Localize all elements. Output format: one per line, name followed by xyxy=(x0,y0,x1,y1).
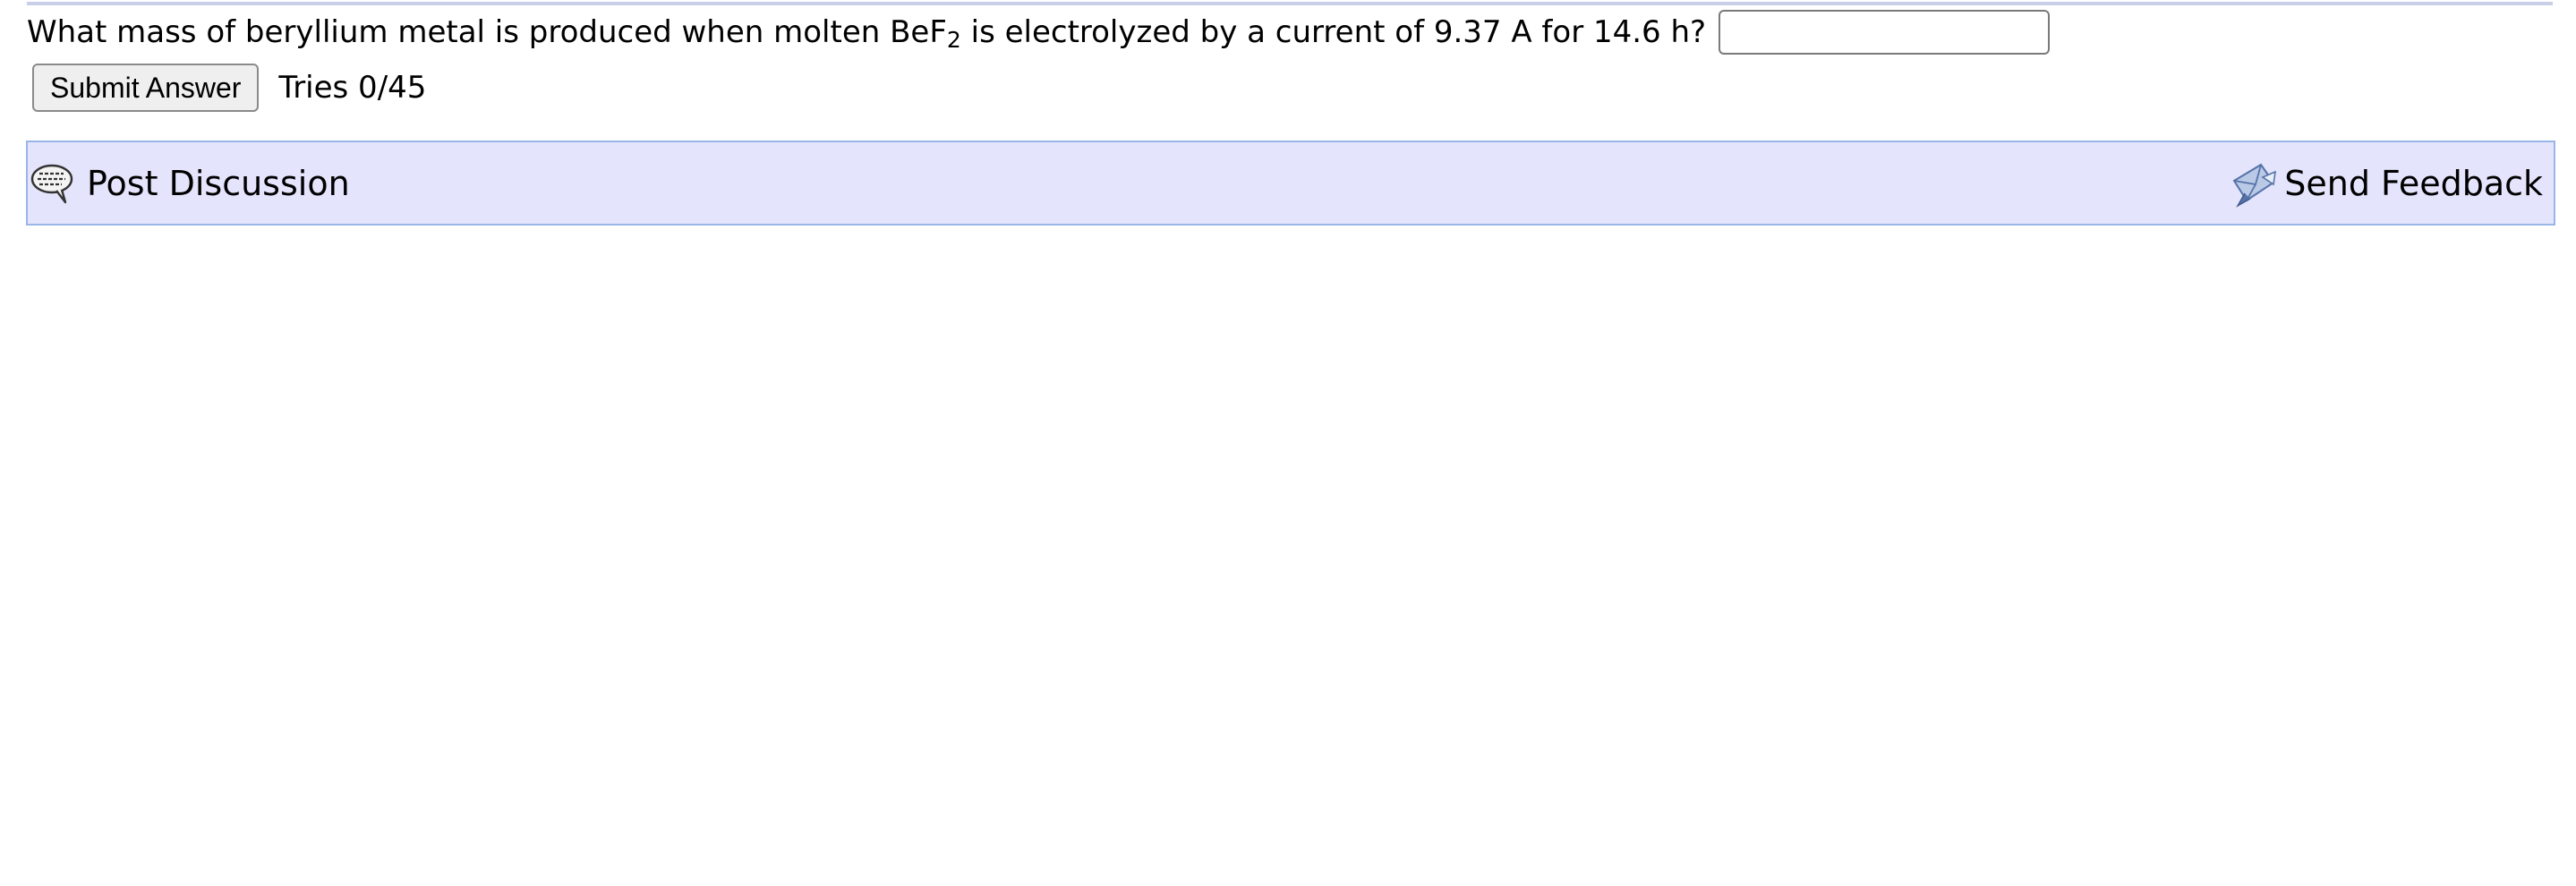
send-envelope-icon xyxy=(2229,158,2281,209)
discussion-bar: Post Discussion Send Feedback xyxy=(26,141,2555,226)
page: What mass of beryllium metal is produced… xyxy=(0,0,2576,886)
send-feedback-link[interactable]: Send Feedback xyxy=(2229,142,2543,224)
question-row: What mass of beryllium metal is produced… xyxy=(27,7,2051,57)
question-text-after: is electrolyzed by a current of 9.37 A f… xyxy=(960,14,1707,50)
question-text-before: What mass of beryllium metal is produced… xyxy=(27,14,947,50)
post-discussion-link[interactable]: Post Discussion xyxy=(28,142,350,224)
question-subscript: 2 xyxy=(946,27,961,53)
submit-row: Submit Answer Tries 0/45 xyxy=(32,63,426,113)
question-text: What mass of beryllium metal is produced… xyxy=(27,14,1707,53)
tries-counter: Tries 0/45 xyxy=(278,70,427,106)
post-discussion-label: Post Discussion xyxy=(87,163,350,203)
answer-input[interactable] xyxy=(1719,10,2051,55)
speech-bubble-icon xyxy=(30,161,78,206)
send-feedback-label: Send Feedback xyxy=(2284,163,2543,203)
top-divider xyxy=(27,2,2553,5)
submit-answer-button[interactable]: Submit Answer xyxy=(32,64,260,112)
